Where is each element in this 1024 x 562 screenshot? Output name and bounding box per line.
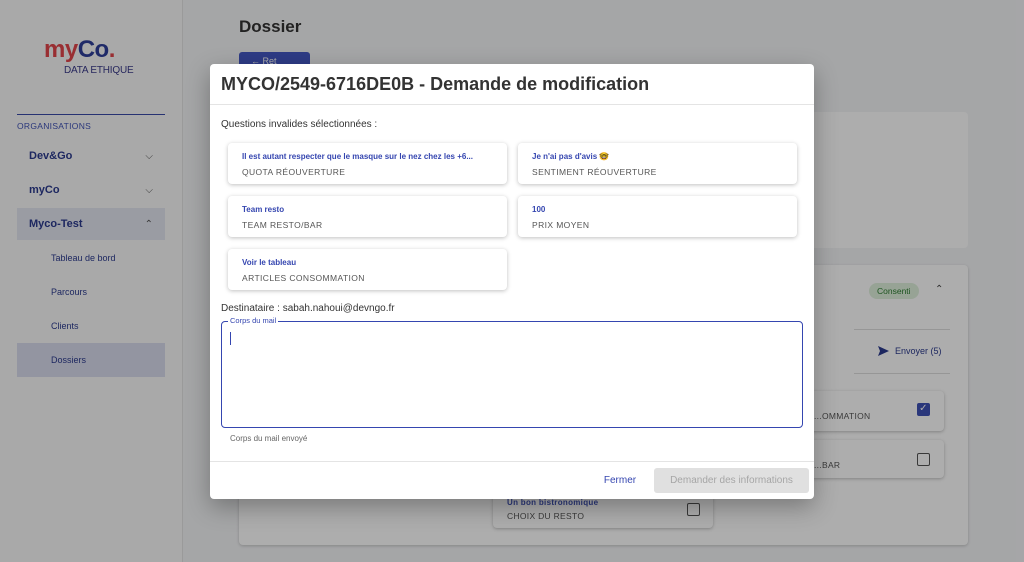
question-card: 100 PRIX MOYEN (518, 196, 797, 237)
dialog-footer-divider (210, 461, 814, 462)
question-title: Je n'ai pas d'avis 🤓 (532, 152, 610, 161)
questions-label: Questions invalides sélectionnées : (221, 119, 378, 130)
text-caret (230, 332, 231, 345)
modification-request-dialog: MYCO/2549-6716DE0B - Demande de modifica… (210, 64, 814, 499)
question-card: Il est autant respecter que le masque su… (228, 143, 507, 184)
question-title: Il est autant respecter que le masque su… (242, 152, 473, 161)
close-button[interactable]: Fermer (596, 468, 644, 493)
question-category: SENTIMENT RÉOUVERTURE (532, 167, 657, 177)
question-title: Team resto (242, 205, 285, 214)
mail-body-input[interactable] (230, 332, 790, 417)
question-card: Je n'ai pas d'avis 🤓 SENTIMENT RÉOUVERTU… (518, 143, 797, 184)
question-card: Team resto TEAM RESTO/BAR (228, 196, 507, 237)
mail-body-helper-text: Corps du mail envoyé (230, 434, 308, 443)
question-title: 100 (532, 205, 546, 214)
mail-body-legend: Corps du mail (228, 316, 279, 325)
question-category: TEAM RESTO/BAR (242, 220, 323, 230)
question-category: ARTICLES CONSOMMATION (242, 273, 365, 283)
question-category: QUOTA RÉOUVERTURE (242, 167, 346, 177)
question-card: Voir le tableau ARTICLES CONSOMMATION (228, 249, 507, 290)
recipient-text: Destinataire : sabah.nahoui@devngo.fr (221, 303, 395, 314)
dialog-divider (210, 104, 814, 105)
question-category: PRIX MOYEN (532, 220, 590, 230)
request-info-button[interactable]: Demander des informations (654, 468, 809, 493)
question-title: Voir le tableau (242, 258, 297, 267)
mail-body-field[interactable]: Corps du mail (221, 316, 803, 428)
dialog-title: MYCO/2549-6716DE0B - Demande de modifica… (221, 74, 650, 94)
